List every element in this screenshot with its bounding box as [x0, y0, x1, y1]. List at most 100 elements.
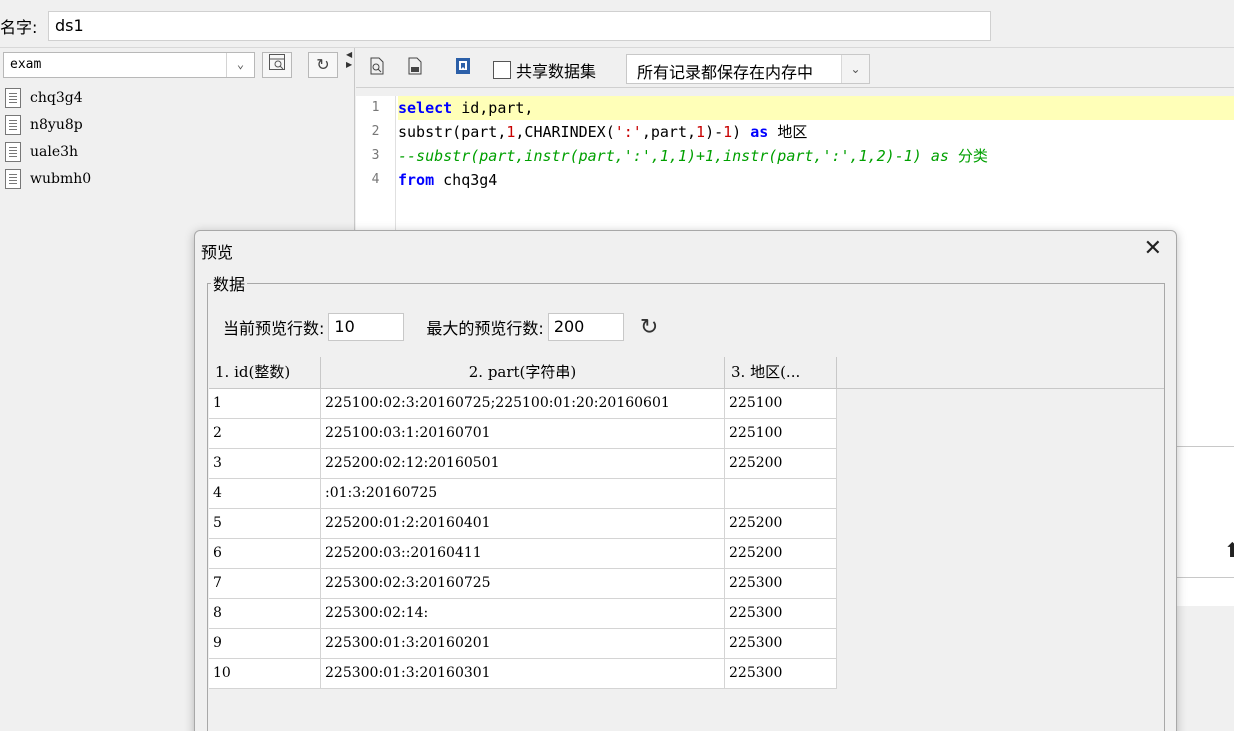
close-icon[interactable]: ✕ — [1144, 237, 1162, 261]
refresh-icon[interactable]: ↻ — [640, 315, 658, 340]
table-cell: 8 — [209, 599, 321, 629]
share-dataset-label: 共享数据集 — [516, 62, 597, 81]
table-cell: 225200:02:12:20160501 — [321, 449, 725, 479]
table-cell: 225300 — [725, 659, 837, 689]
code-line[interactable]: --substr(part,instr(part,':',1,1)+1,inst… — [398, 144, 1234, 168]
column-header[interactable]: 2. part(字符串) — [321, 357, 725, 389]
dataset-name-input[interactable]: ds1 — [48, 11, 991, 41]
chevron-down-icon[interactable]: ⌄ — [226, 53, 254, 77]
list-item-label: wubmh0 — [30, 170, 92, 187]
table-cell: 7 — [209, 569, 321, 599]
current-rows-input[interactable]: 10 — [328, 313, 405, 341]
table-cell: 225200 — [725, 449, 837, 479]
table-list: chq3g4 n8yu8p uale3h wubmh0 — [0, 84, 354, 192]
memory-mode-value: 所有记录都保存在内存中 — [637, 63, 814, 82]
chevron-down-icon[interactable]: ⌄ — [841, 55, 869, 83]
max-rows-input[interactable]: 200 — [547, 313, 624, 341]
table-file-icon — [5, 141, 21, 162]
table-header: 1. id(整数) 2. part(字符串) 3. 地区(... — [209, 357, 1164, 389]
table-row[interactable]: 7 225300:02:3:20160725 225300 — [209, 569, 1164, 599]
table-cell: 225300 — [725, 629, 837, 659]
table-cell: 225200:01:2:20160401 — [321, 509, 725, 539]
memory-mode-select[interactable]: 所有记录都保存在内存中 ⌄ — [626, 54, 870, 84]
list-item[interactable]: wubmh0 — [0, 165, 354, 192]
table-cell: 1 — [209, 389, 321, 419]
table-cell: 2 — [209, 419, 321, 449]
table-preview-icon[interactable] — [262, 52, 292, 78]
table-cell: 6 — [209, 539, 321, 569]
table-row[interactable]: 2 225100:03:1:20160701 225100 — [209, 419, 1164, 449]
table-cell: 225300:01:3:20160301 — [321, 659, 725, 689]
table-cell: 4 — [209, 479, 321, 509]
list-item[interactable]: uale3h — [0, 138, 354, 165]
preview-icon[interactable] — [365, 56, 389, 80]
table-cell: 225100:02:3:20160725;225100:01:20:201606… — [321, 389, 725, 419]
refresh-icon[interactable]: ↻ — [308, 52, 338, 78]
data-group-label: 数据 — [211, 271, 248, 295]
column-header[interactable]: 3. 地区(... — [725, 357, 837, 389]
list-item-label: uale3h — [30, 143, 79, 160]
table-cell: 5 — [209, 509, 321, 539]
parameter-icon[interactable] — [451, 56, 475, 80]
preview-rows-controls: 当前预览行数: 10 最大的预览行数: 200 ↻ — [223, 313, 658, 341]
line-number: 2 — [371, 124, 380, 139]
background-panel-divider — [1176, 577, 1234, 607]
table-cell: 225300 — [725, 599, 837, 629]
background-panel — [1176, 446, 1234, 606]
column-header-filler — [837, 357, 1164, 389]
table-row[interactable]: 9 225300:01:3:20160201 225300 — [209, 629, 1164, 659]
table-cell — [725, 479, 837, 509]
code-line[interactable]: substr(part,1,CHARINDEX(':',part,1)-1) a… — [398, 120, 1234, 144]
table-row[interactable]: 4 :01:3:20160725 — [209, 479, 1164, 509]
table-cell: 225200:03::20160411 — [321, 539, 725, 569]
table-file-icon — [5, 114, 21, 135]
name-row: 名字: ds1 — [0, 0, 1234, 48]
arrow-up-icon[interactable]: ⬆ — [1224, 538, 1234, 562]
table-row[interactable]: 1 225100:02:3:20160725;225100:01:20:2016… — [209, 389, 1164, 419]
name-label: 名字: — [0, 18, 38, 37]
line-number: 4 — [371, 172, 380, 187]
preview-dialog: 预览 ✕ 数据 当前预览行数: 10 最大的预览行数: 200 ↻ 1. id(… — [194, 230, 1177, 731]
checkbox-box[interactable] — [493, 61, 511, 79]
table-file-icon — [5, 87, 21, 108]
list-item[interactable]: chq3g4 — [0, 84, 354, 111]
list-item[interactable]: n8yu8p — [0, 111, 354, 138]
code-line[interactable]: select id,part, — [398, 96, 1234, 120]
table-cell: 225300:02:14: — [321, 599, 725, 629]
code-line[interactable]: from chq3g4 — [398, 168, 1234, 192]
table-cell: 225200 — [725, 509, 837, 539]
table-cell: :01:3:20160725 — [321, 479, 725, 509]
max-rows-label: 最大的预览行数: — [426, 319, 544, 338]
table-cell: 225300:01:3:20160201 — [321, 629, 725, 659]
current-rows-label: 当前预览行数: — [223, 319, 325, 338]
splitter-arrows-icon[interactable]: ◀ ▶ — [346, 50, 354, 82]
dialog-title: 预览 — [201, 243, 234, 262]
list-item-label: chq3g4 — [30, 89, 83, 106]
table-cell: 225100 — [725, 419, 837, 449]
table-cell: 225300:02:3:20160725 — [321, 569, 725, 599]
table-row[interactable]: 6 225200:03::20160411 225200 — [209, 539, 1164, 569]
table-row[interactable]: 5 225200:01:2:20160401 225200 — [209, 509, 1164, 539]
table-cell: 225200 — [725, 539, 837, 569]
table-cell: 10 — [209, 659, 321, 689]
line-number: 1 — [371, 100, 380, 115]
sql-file-icon[interactable] — [403, 56, 427, 80]
sql-code[interactable]: select id,part, substr(part,1,CHARINDEX(… — [398, 96, 1234, 192]
share-dataset-checkbox[interactable]: 共享数据集 — [493, 58, 596, 82]
left-toolbar: exam ⌄ ↻ ◀ ▶ — [0, 48, 355, 84]
database-select-value: exam — [10, 57, 42, 72]
column-header[interactable]: 1. id(整数) — [209, 357, 321, 389]
preview-table: 1. id(整数) 2. part(字符串) 3. 地区(... 1 22510… — [209, 357, 1164, 689]
table-cell: 9 — [209, 629, 321, 659]
editor-toolbar: 共享数据集 所有记录都保存在内存中 ⌄ — [356, 48, 1234, 88]
table-cell: 225300 — [725, 569, 837, 599]
line-number: 3 — [371, 148, 380, 163]
table-row[interactable]: 10 225300:01:3:20160301 225300 — [209, 659, 1164, 689]
database-select[interactable]: exam ⌄ — [3, 52, 255, 78]
table-row[interactable]: 8 225300:02:14: 225300 — [209, 599, 1164, 629]
table-file-icon — [5, 168, 21, 189]
table-row[interactable]: 3 225200:02:12:20160501 225200 — [209, 449, 1164, 479]
table-cell: 225100 — [725, 389, 837, 419]
list-item-label: n8yu8p — [30, 116, 83, 133]
table-cell: 225100:03:1:20160701 — [321, 419, 725, 449]
